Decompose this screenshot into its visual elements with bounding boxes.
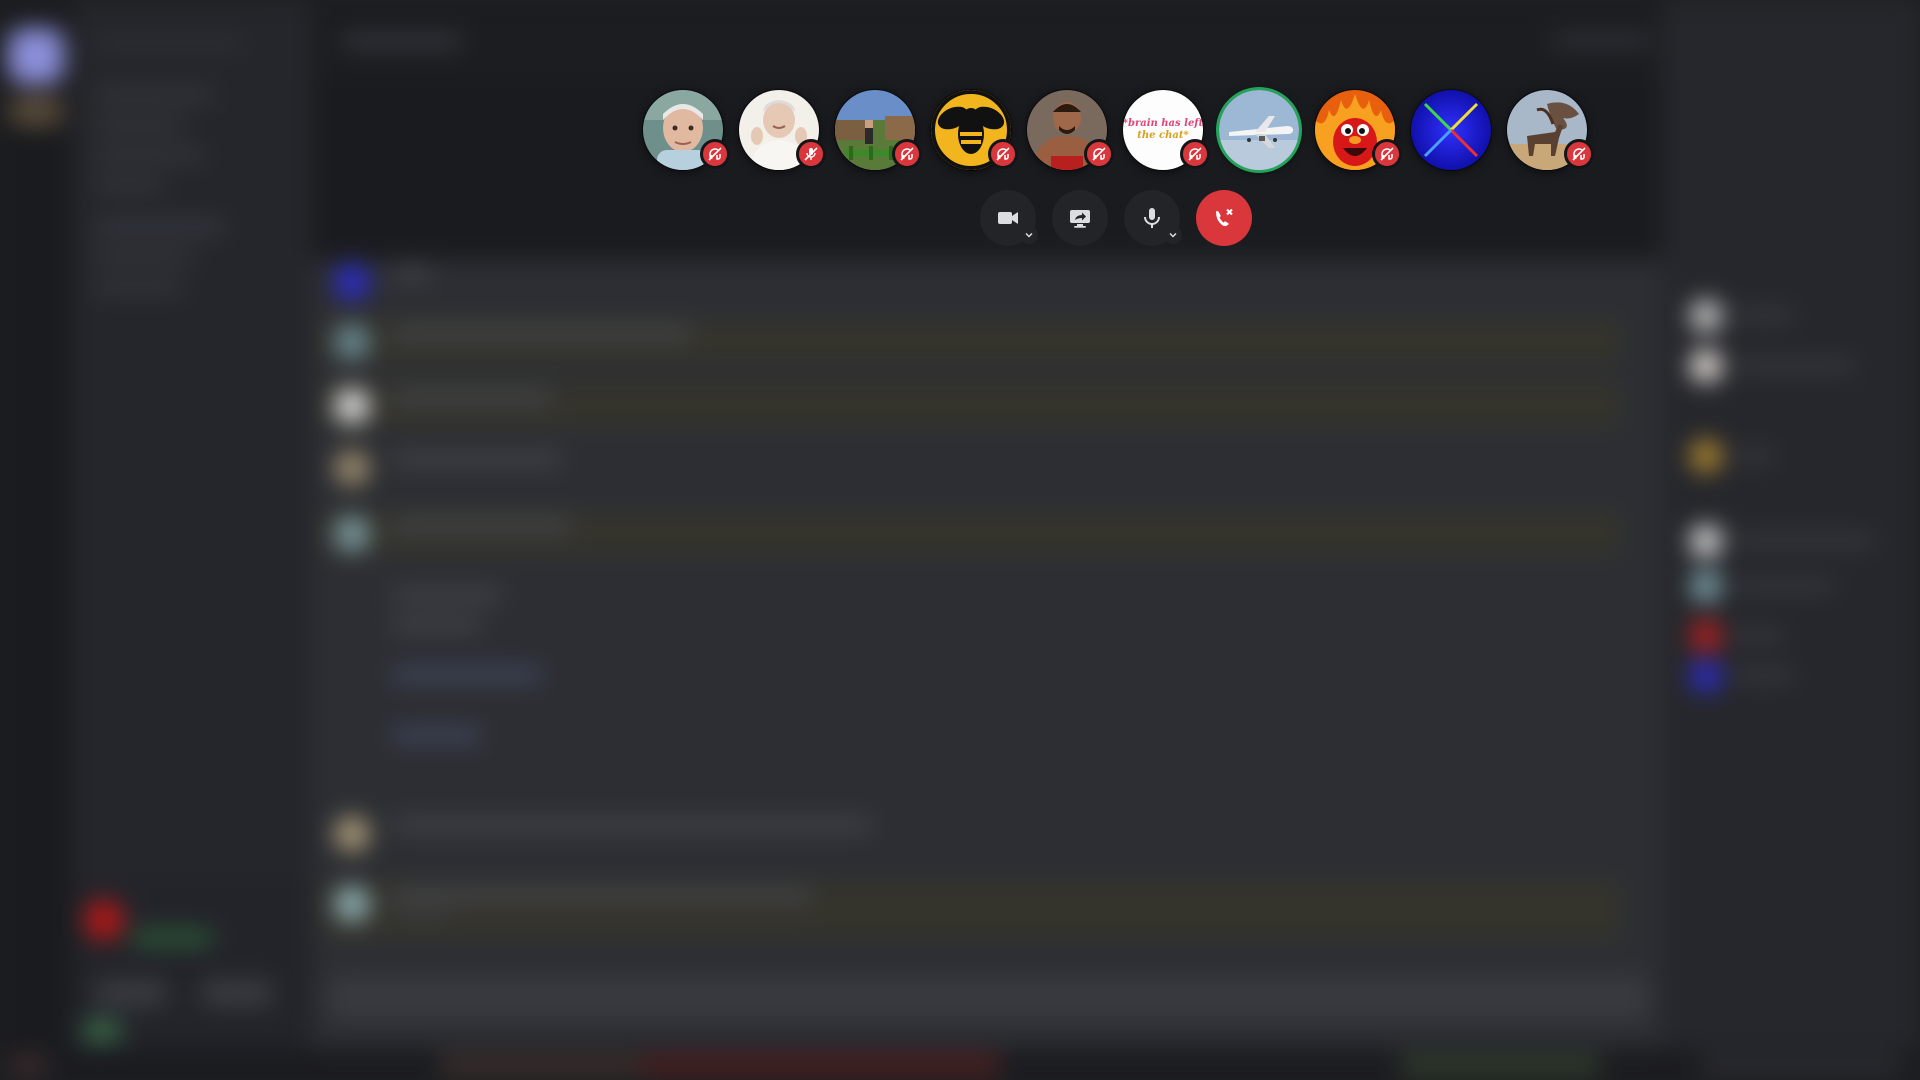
camera-button[interactable] [980, 190, 1038, 246]
channel-topbar [312, 0, 1662, 80]
chevron-down-icon [1169, 232, 1177, 238]
list-item [322, 810, 1622, 856]
list-item[interactable] [1690, 300, 1890, 336]
list-item[interactable] [1690, 350, 1890, 386]
screen-button[interactable] [202, 980, 272, 1006]
list-item[interactable] [1690, 620, 1890, 656]
participant-tile[interactable] [1027, 90, 1114, 170]
deafened-status [1372, 139, 1402, 169]
member-list [1662, 0, 1920, 1080]
deafened-status [700, 139, 730, 169]
list-item [322, 570, 1622, 700]
avatar[interactable] [1219, 90, 1299, 170]
participant-tile[interactable] [835, 90, 922, 170]
headphones-off-icon [996, 147, 1010, 161]
video-camera-icon [998, 212, 1018, 224]
participant-tile[interactable] [739, 90, 826, 170]
avatar[interactable] [82, 1020, 122, 1042]
call-controls [980, 190, 1252, 246]
deafened-status [988, 139, 1018, 169]
video-button[interactable] [96, 980, 166, 1006]
headphones-off-icon [900, 147, 914, 161]
channel-item[interactable] [94, 252, 194, 262]
participant-tile[interactable] [1411, 90, 1491, 170]
svg-text:the chat*: the chat* [1137, 130, 1189, 141]
list-item[interactable] [1690, 440, 1890, 476]
channel-item[interactable] [94, 180, 164, 190]
participant-tile[interactable]: *brain has left the chat* [1123, 90, 1210, 170]
channel-item[interactable] [94, 282, 184, 292]
avatar[interactable] [84, 900, 124, 940]
list-item [322, 880, 1622, 940]
deafened-status [892, 139, 922, 169]
taskbar [0, 1048, 1920, 1080]
participant-tile[interactable] [931, 90, 1018, 170]
participant-tile[interactable] [643, 90, 730, 170]
headphones-off-icon [708, 147, 722, 161]
participant-tile[interactable] [1507, 90, 1594, 170]
channel-item[interactable] [94, 222, 224, 232]
list-item[interactable] [1690, 660, 1890, 696]
participant-tile[interactable] [1315, 90, 1402, 170]
list-item [322, 318, 1622, 364]
headphones-off-icon [1572, 147, 1586, 161]
discord-window: *brain has left the chat* [0, 0, 1920, 1080]
disconnect-button[interactable] [1196, 190, 1252, 246]
server-rail [0, 0, 72, 1080]
phone-hangup-icon [1216, 208, 1233, 227]
deafened-status [1564, 139, 1594, 169]
muted-status [796, 139, 826, 169]
headphones-off-icon [1380, 147, 1394, 161]
message-input[interactable] [328, 976, 1648, 1020]
call-participants: *brain has left the chat* [643, 90, 1594, 172]
channel-sidebar [72, 0, 312, 1080]
list-item [322, 382, 1622, 428]
list-item [322, 720, 1622, 766]
participant-tile[interactable] [1219, 90, 1299, 170]
airplane-photo-icon [1219, 90, 1299, 170]
svg-text:*brain has left: *brain has left [1123, 118, 1203, 129]
list-item [322, 510, 1622, 556]
list-item [322, 258, 1622, 304]
screen-share-button[interactable] [1052, 190, 1108, 246]
channel-header [94, 38, 244, 48]
microphone-icon [1144, 208, 1160, 228]
microphone-options-button[interactable] [1164, 226, 1182, 244]
microphone-button[interactable] [1124, 190, 1182, 246]
deafened-status [1084, 139, 1114, 169]
headphones-off-icon [1188, 147, 1202, 161]
screen-share-icon [1070, 210, 1090, 228]
deafened-status [1180, 139, 1210, 169]
mic-off-icon [804, 147, 818, 161]
list-item[interactable] [1690, 570, 1890, 606]
blue-x-logo-icon [1411, 90, 1491, 170]
channel-item[interactable] [94, 120, 184, 130]
camera-options-button[interactable] [1020, 226, 1038, 244]
headphones-off-icon [1092, 147, 1106, 161]
list-item[interactable] [1690, 525, 1890, 561]
channel-item[interactable] [94, 150, 204, 160]
channel-item[interactable] [94, 90, 214, 100]
chevron-down-icon [1025, 232, 1033, 238]
list-item [322, 444, 1622, 490]
user-panel [72, 880, 312, 1050]
voice-status [132, 932, 212, 944]
server-icon[interactable] [8, 96, 64, 126]
server-icon[interactable] [8, 28, 64, 84]
avatar[interactable] [1411, 90, 1491, 170]
